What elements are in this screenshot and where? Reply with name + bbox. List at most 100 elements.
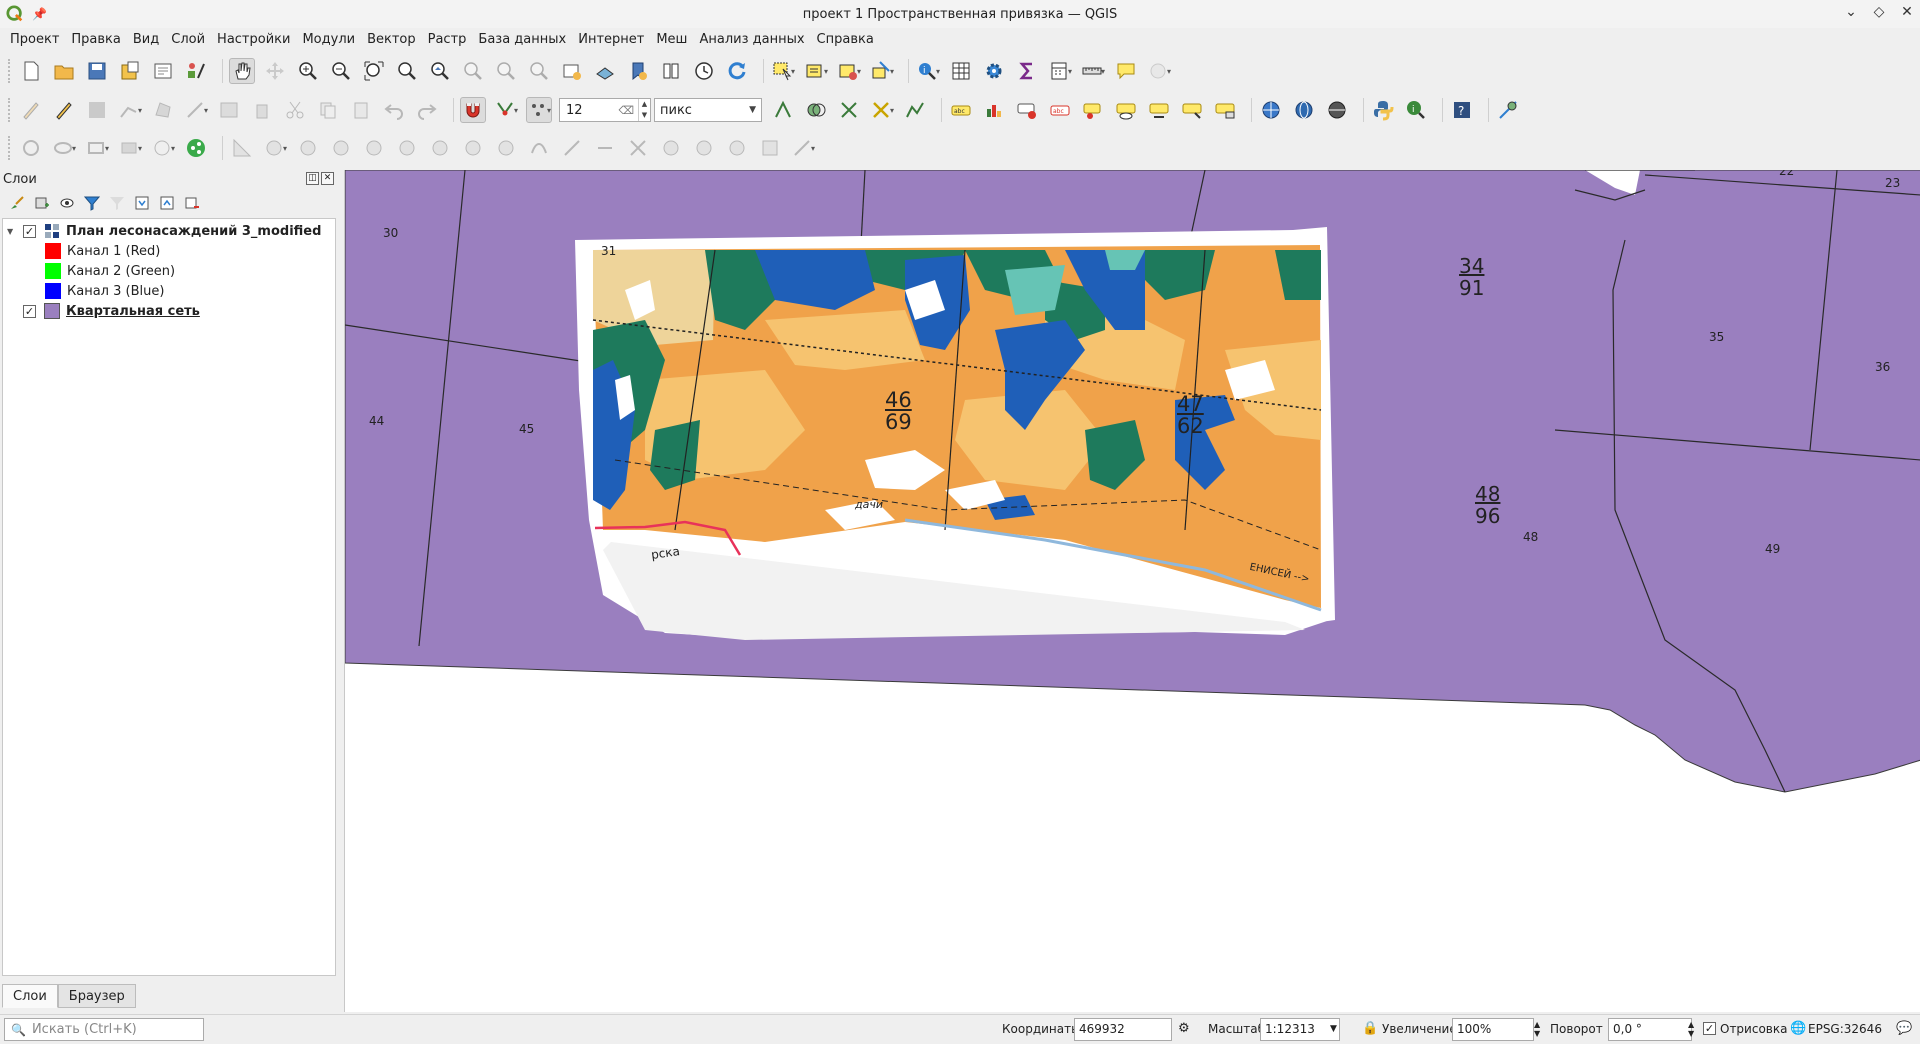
label-properties-button[interactable] <box>1212 97 1238 123</box>
render-checkbox[interactable]: ✓ <box>1703 1022 1716 1035</box>
toolbar-grip[interactable] <box>8 98 12 122</box>
paste-features-button[interactable] <box>348 97 374 123</box>
print-layout-button[interactable] <box>150 58 176 84</box>
add-ring-button[interactable] <box>328 135 354 161</box>
wms-button[interactable] <box>1291 97 1317 123</box>
open-layer-styling-button[interactable] <box>8 195 25 212</box>
menu-database[interactable]: База данных <box>472 30 572 50</box>
pin-icon[interactable]: 📌 <box>32 7 47 21</box>
menu-processing[interactable]: Анализ данных <box>693 30 810 50</box>
menu-edit[interactable]: Правка <box>65 30 126 50</box>
hide-label-button[interactable]: abc <box>1047 97 1073 123</box>
new-bookmark-button[interactable] <box>625 58 651 84</box>
new-map-view-button[interactable] <box>559 58 585 84</box>
toggle-editing-button[interactable] <box>51 97 77 123</box>
copy-features-button[interactable] <box>315 97 341 123</box>
rotation-field[interactable]: 0,0 ° <box>1608 1018 1692 1041</box>
self-snapping-button[interactable] <box>869 97 895 123</box>
magnifier-field[interactable]: 100% <box>1452 1018 1534 1041</box>
expand-all-button[interactable] <box>133 195 150 212</box>
open-project-button[interactable] <box>51 58 77 84</box>
add-rectangle-button[interactable] <box>84 135 110 161</box>
save-as-button[interactable] <box>117 58 143 84</box>
select-by-value-button[interactable] <box>803 58 829 84</box>
filter-legend-button[interactable] <box>83 195 100 212</box>
attribute-table-button[interactable] <box>948 58 974 84</box>
add-curve-button[interactable] <box>150 135 176 161</box>
crs-globe-icon[interactable]: 🌐 <box>1790 1021 1806 1036</box>
split-parts-button[interactable] <box>625 135 651 161</box>
snapping-units-select[interactable]: пикс ▼ <box>654 98 762 122</box>
advanced-digitizing-button[interactable] <box>229 135 255 161</box>
delete-part-button[interactable] <box>460 135 486 161</box>
delete-ring-button[interactable] <box>427 135 453 161</box>
statistics-button[interactable] <box>1014 58 1040 84</box>
fill-ring-button[interactable] <box>394 135 420 161</box>
layer-row-vector[interactable]: ✓ Квартальная сеть <box>23 301 200 321</box>
menu-settings[interactable]: Настройки <box>211 30 296 50</box>
identify-button[interactable]: i <box>915 58 941 84</box>
coordinates-field[interactable]: 469932 6203034 <box>1074 1018 1172 1044</box>
toolbar-grip[interactable] <box>8 136 12 160</box>
snap-intersection-button[interactable] <box>803 97 829 123</box>
save-project-button[interactable] <box>84 58 110 84</box>
cut-features-button[interactable] <box>282 97 308 123</box>
close-panel-icon[interactable]: ✕ <box>321 172 334 185</box>
rotate-label-button[interactable] <box>1146 97 1172 123</box>
reshape-button[interactable] <box>493 135 519 161</box>
collapse-all-button[interactable] <box>158 195 175 212</box>
menu-project[interactable]: Проект <box>4 30 65 50</box>
add-group-button[interactable] <box>33 195 50 212</box>
tab-browser[interactable]: Браузер <box>57 984 136 1008</box>
tab-layers[interactable]: Слои <box>2 984 58 1008</box>
help-button[interactable]: ? <box>1449 97 1475 123</box>
offset-point-symbols-button[interactable] <box>757 135 783 161</box>
minimize-icon[interactable]: ⌄ <box>1844 4 1858 20</box>
plugin-info-button[interactable]: i <box>1403 97 1429 123</box>
show-bookmarks-button[interactable] <box>658 58 684 84</box>
zoom-in-button[interactable] <box>295 58 321 84</box>
filter-expression-button[interactable] <box>108 195 125 212</box>
avoid-overlap-button[interactable] <box>836 97 862 123</box>
float-panel-icon[interactable]: ◫ <box>306 172 319 185</box>
zoom-last-button[interactable] <box>493 58 519 84</box>
rotate-point-symbols-button[interactable] <box>724 135 750 161</box>
close-icon[interactable]: ✕ <box>1900 4 1914 20</box>
scale-dropdown-icon[interactable]: ▼ <box>1330 1024 1337 1034</box>
web-service-button[interactable] <box>1324 97 1350 123</box>
label-toolbar-button[interactable]: abc <box>948 97 974 123</box>
menu-mesh[interactable]: Меш <box>650 30 693 50</box>
magnifier-spin-icon[interactable]: ▲ ▼ <box>1534 1020 1540 1038</box>
show-hide-label-button[interactable] <box>1113 97 1139 123</box>
layer-row-raster[interactable]: ▼ ✓ План лесонасаждений 3_modified <box>7 221 321 241</box>
select-features-button[interactable] <box>770 58 796 84</box>
snapping-toggle-button[interactable] <box>460 97 486 123</box>
add-polygon-button[interactable] <box>150 97 176 123</box>
add-ellipse-button[interactable] <box>51 135 77 161</box>
rotate-feature-button[interactable] <box>262 135 288 161</box>
lock-icon[interactable]: 🔒 <box>1362 1021 1378 1036</box>
zoom-full-button[interactable] <box>361 58 387 84</box>
snapping-tolerance-spinbox[interactable]: 12 ⌫ ▲ ▼ <box>559 98 651 122</box>
tracing-button[interactable] <box>902 97 928 123</box>
zoom-selection-button[interactable] <box>394 58 420 84</box>
python-console-button[interactable] <box>1370 97 1396 123</box>
deselect-button[interactable] <box>836 58 862 84</box>
redo-button[interactable] <box>414 97 440 123</box>
modify-attributes-button[interactable] <box>216 97 242 123</box>
style-manager-button[interactable] <box>183 58 209 84</box>
map-canvas[interactable]: 30 31 22 23 35 36 44 45 48 49 46 69 47 6… <box>344 170 1920 1012</box>
menu-vector[interactable]: Вектор <box>361 30 422 50</box>
menu-help[interactable]: Справка <box>811 30 880 50</box>
zoom-layer-button[interactable] <box>427 58 453 84</box>
new-3d-view-button[interactable] <box>592 58 618 84</box>
simplify-button[interactable] <box>295 135 321 161</box>
messages-icon[interactable]: 💬 <box>1896 1021 1912 1036</box>
add-circle-button[interactable] <box>18 135 44 161</box>
move-label-button[interactable] <box>1080 97 1106 123</box>
restore-icon[interactable]: ◇ <box>1872 4 1886 20</box>
menu-plugins[interactable]: Модули <box>296 30 361 50</box>
menu-raster[interactable]: Растр <box>422 30 473 50</box>
metasearch-button[interactable] <box>1258 97 1284 123</box>
crs-label[interactable]: EPSG:32646 <box>1808 1022 1882 1036</box>
